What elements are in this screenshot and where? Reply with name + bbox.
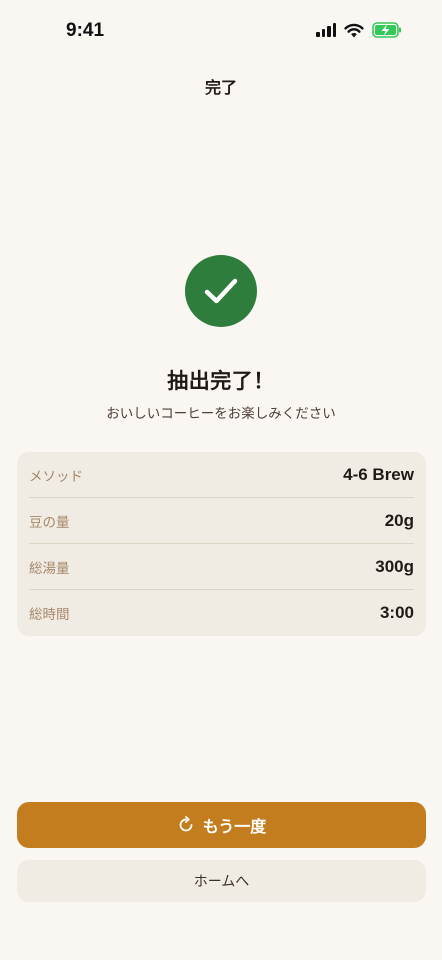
- status-time: 9:41: [66, 20, 105, 41]
- status-bar: 9:41: [0, 0, 442, 66]
- wifi-icon: [344, 23, 364, 37]
- summary-value: 300g: [375, 556, 414, 576]
- checkmark-icon: [204, 278, 238, 304]
- summary-row-method: メソッド 4-6 Brew: [29, 452, 414, 498]
- signal-icon: [316, 23, 336, 37]
- refresh-icon: [179, 816, 193, 832]
- home-button-label: ホームへ: [193, 874, 250, 890]
- summary-row-water: 総湯量 300g: [29, 544, 414, 590]
- summary-label: メソッド: [29, 468, 83, 485]
- summary-label: 豆の量: [29, 514, 70, 531]
- brew-again-button[interactable]: もう一度: [17, 802, 426, 848]
- success-badge: [185, 255, 257, 327]
- completion-subline: おいしいコーヒーをお楽しみください: [106, 406, 336, 422]
- completion-headline: 抽出完了！: [167, 369, 275, 393]
- summary-value: 3:00: [379, 603, 414, 622]
- summary-row-time: 総時間 3:00: [29, 590, 414, 636]
- summary-value: 4-6 Brew: [343, 464, 414, 484]
- page-title: 完了: [204, 78, 237, 97]
- summary-value: 20g: [384, 510, 414, 530]
- home-button[interactable]: ホームへ: [17, 860, 426, 902]
- brew-again-label: もう一度: [202, 817, 267, 836]
- summary-row-beans: 豆の量 20g: [29, 498, 414, 544]
- summary-label: 総湯量: [29, 560, 70, 577]
- brew-summary-card: メソッド 4-6 Brew 豆の量 20g 総湯量 300g 総時間 3:00: [17, 452, 426, 636]
- battery-charging-icon: [372, 22, 401, 38]
- status-icons: [316, 22, 402, 38]
- brew-complete-screen: 9:41 完了 抽出完了！ おいしいコーヒーをお楽しみください メソッド 4-6…: [0, 0, 442, 960]
- summary-label: 総時間: [29, 607, 70, 623]
